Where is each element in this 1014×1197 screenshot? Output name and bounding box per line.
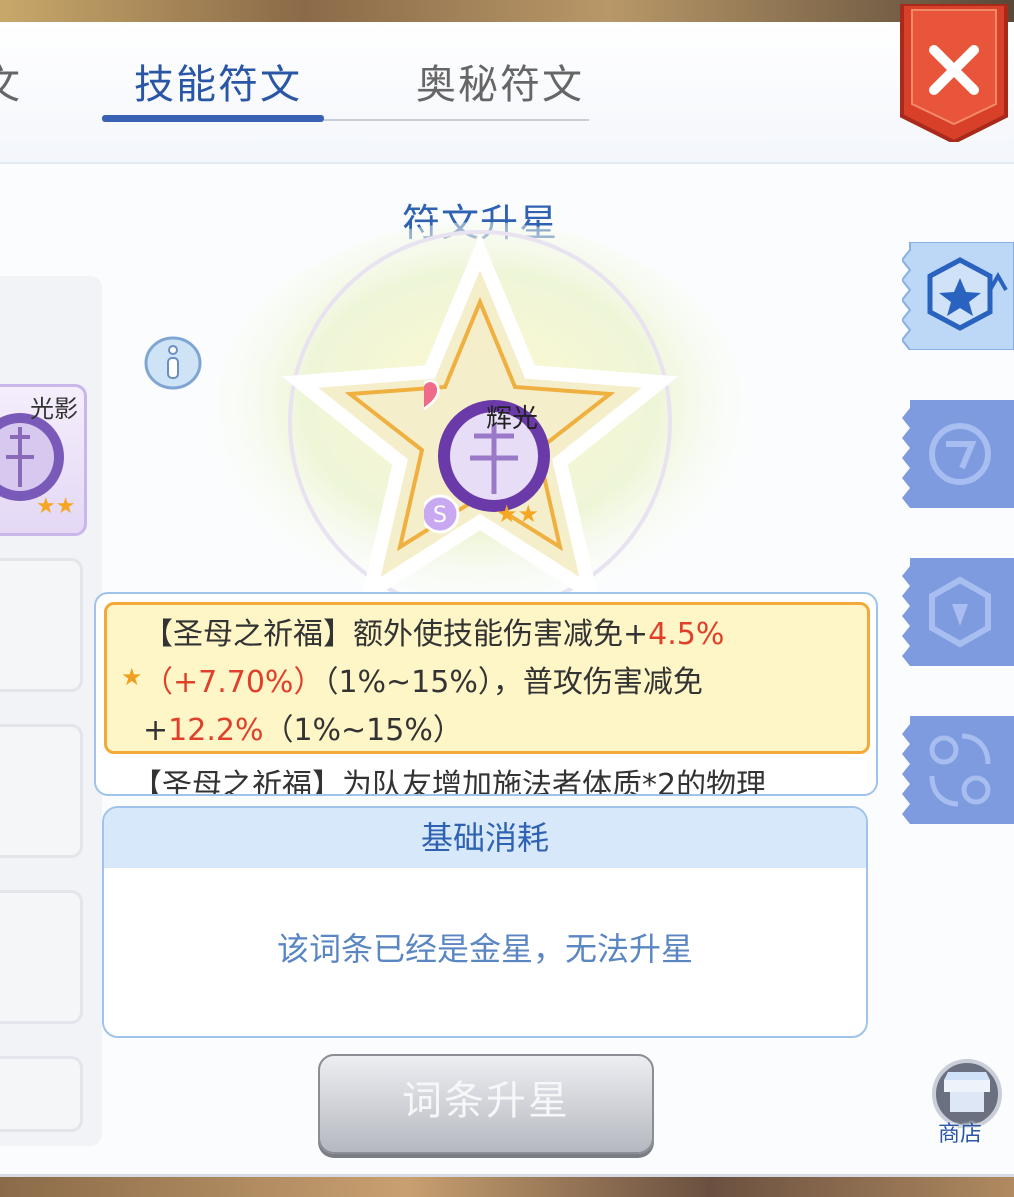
tab-prev[interactable]: 文 (0, 52, 22, 110)
effect-value: 12.2% (168, 713, 264, 748)
rune-slot-empty[interactable] (0, 724, 83, 858)
exchange-icon (902, 716, 1014, 824)
cost-header: 基础消耗 (104, 808, 866, 868)
effect-item-highlighted[interactable]: ★ 【圣母之祈福】额外使技能伤害减免+4.5%（+7.70%）（1%~15%），… (104, 602, 870, 754)
rune-list-item-selected[interactable]: ★★ 光影 (0, 384, 87, 536)
effect-text: 【圣母之祈福】额外使技能伤害减免+4.5%（+7.70%）（1%~15%），普攻… (143, 611, 853, 755)
effect-item[interactable]: 【圣母之祈福】为队友增加施法者体质*2的物理 (132, 760, 852, 794)
cost-box: 基础消耗 该词条已经是金星，无法升星 (102, 806, 868, 1038)
effect-text-part: （1%~15%） (263, 713, 463, 748)
effect-text-part: 【圣母之祈福】额外使技能伤害减免+ (143, 617, 649, 652)
close-icon (900, 4, 1008, 142)
tab-arcane-rune[interactable]: 奥秘符文 (416, 52, 584, 110)
rune-slot-empty[interactable] (0, 1056, 83, 1132)
rune-slot-empty[interactable] (0, 558, 83, 692)
current-rune[interactable]: S ★★ 辉光 (424, 374, 564, 534)
cost-message: 该词条已经是金星，无法升星 (276, 930, 693, 968)
upgrade-button[interactable]: 词条升星 (318, 1054, 654, 1154)
side-tab-refresh[interactable] (902, 400, 1014, 508)
tab-active-indicator (102, 115, 324, 122)
rune-panel: 文 技能符文 奥秘符文 ★★ 光影 符文升星 (0, 4, 1014, 1177)
tab-bar: 文 技能符文 奥秘符文 (0, 22, 1014, 164)
side-tab-lock[interactable] (902, 558, 1014, 666)
side-tab-exchange[interactable] (902, 716, 1014, 824)
svg-text:★★: ★★ (36, 494, 75, 519)
shop-label: 商店 (938, 1122, 983, 1147)
current-rune-name: 辉光 (486, 404, 539, 434)
svg-text:★★: ★★ (496, 500, 539, 528)
rune-slot-empty[interactable] (0, 890, 83, 1024)
effect-list[interactable]: ★ 【圣母之祈福】额外使技能伤害减免+4.5%（+7.70%）（1%~15%），… (94, 592, 878, 796)
rune-list-item-label: 光影 (30, 395, 78, 423)
tab-skill-rune[interactable]: 技能符文 (134, 52, 302, 110)
gold-star-icon: ★ (121, 663, 143, 691)
hexagon-rune-icon (902, 558, 1014, 666)
star-upgrade-icon (900, 241, 1014, 351)
close-button[interactable] (898, 4, 1010, 142)
svg-text:S: S (433, 503, 447, 528)
side-tab-star-up[interactable] (900, 241, 1014, 351)
shop-button[interactable]: 商店 (926, 1058, 1008, 1148)
tab-divider (324, 119, 589, 121)
refresh-rune-icon (902, 400, 1014, 508)
